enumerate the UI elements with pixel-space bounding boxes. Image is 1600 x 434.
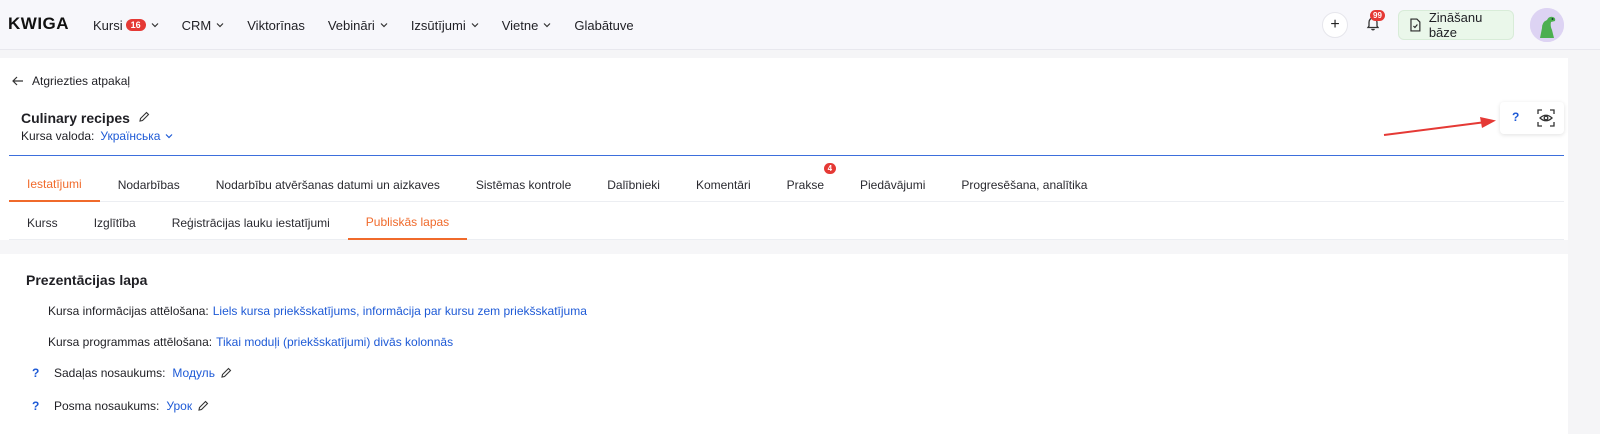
row-label: Kursa informācijas attēlošana:: [48, 304, 209, 318]
subtab-label: Izglītība: [93, 215, 136, 230]
main-nav: Kursi 16 CRM Viktorīnas Vebināri Izsūtīj…: [93, 0, 657, 50]
red-arrow-annotation: [1383, 117, 1496, 136]
kwiga-logo[interactable]: KWIGA: [8, 14, 69, 34]
subtab-label: Reģistrācijas lauku iestatījumi: [171, 215, 330, 230]
document-icon: [1410, 18, 1421, 32]
tab-piedavajumi[interactable]: Piedāvājumi: [842, 168, 943, 202]
tab-komentari[interactable]: Komentāri: [678, 168, 769, 202]
subtab-izglitiba[interactable]: Izglītība: [76, 205, 154, 240]
tab-label: Komentāri: [695, 178, 751, 192]
pencil-icon: [221, 367, 232, 378]
knowledge-base-label: Zināšanu bāze: [1428, 10, 1483, 40]
subtab-registracijas-lauku-iestatijumi[interactable]: Reģistrācijas lauku iestatījumi: [154, 205, 348, 240]
step-name-value[interactable]: Урок: [166, 399, 192, 413]
pencil-icon: [139, 111, 150, 122]
dinosaur-avatar-icon: [1530, 8, 1564, 42]
tab-label: Nodarbību atvēršanas datumi un aizkaves: [215, 178, 440, 192]
subtab-kurss[interactable]: Kurss: [9, 205, 76, 240]
course-title: Culinary recipes: [21, 110, 150, 126]
tab-label: Progresēšana, analītika: [961, 178, 1088, 192]
chevron-down-icon: [165, 132, 173, 140]
nav-item-label: Viktorīnas: [247, 17, 305, 33]
chevron-down-icon: [471, 21, 479, 29]
arrow-left-icon: [12, 76, 23, 86]
help-button[interactable]: ?: [1512, 110, 1519, 124]
course-info-display-link[interactable]: Liels kursa priekšskatījums, informācija…: [213, 304, 587, 318]
course-language-row: Kursa valoda: Українська: [21, 129, 173, 143]
course-info-display-row: Kursa informācijas attēlošana: Liels kur…: [48, 304, 587, 318]
chevron-down-icon: [151, 21, 159, 29]
section-title: Prezentācijas lapa: [26, 272, 148, 288]
tab-nodarbibu-atversanas-datumi[interactable]: Nodarbību atvēršanas datumi un aizkaves: [198, 168, 458, 202]
tab-progresesana-analitika[interactable]: Progresēšana, analītika: [943, 168, 1105, 202]
knowledge-base-button[interactable]: Zināšanu bāze: [1398, 10, 1514, 40]
course-language-label: Kursa valoda:: [21, 129, 95, 143]
nav-item-viktorinas[interactable]: Viktorīnas: [247, 18, 305, 33]
courses-count-badge: 16: [125, 19, 146, 31]
subtab-label: Kurss: [27, 215, 58, 230]
course-language-select[interactable]: Українська: [100, 129, 173, 143]
nav-item-label: Vebināri: [327, 17, 375, 33]
back-link[interactable]: Atgriezties atpakaļ: [12, 74, 130, 88]
subtab-label: Publiskās lapas: [365, 214, 450, 229]
settings-subtabs: Kurss Izglītība Reģistrācijas lauku iest…: [9, 205, 1564, 240]
back-label: Atgriezties atpakaļ: [32, 74, 131, 88]
tab-dalibnieki[interactable]: Dalībnieki: [589, 168, 678, 202]
nav-item-label: Vietne: [501, 17, 539, 33]
tab-label: Piedāvājumi: [860, 178, 926, 192]
edit-section-name-button[interactable]: [220, 367, 232, 379]
chevron-down-icon: [380, 21, 388, 29]
chevron-down-icon: [543, 21, 551, 29]
row-label: Sadaļas nosaukums:: [54, 366, 166, 380]
user-avatar[interactable]: [1530, 8, 1564, 42]
subtab-publiskas-lapas[interactable]: Publiskās lapas: [347, 205, 468, 240]
section-name-row: ? Sadaļas nosaukums: Модуль: [32, 366, 232, 380]
tab-prakse[interactable]: Prakse 4: [769, 163, 842, 202]
row-label: Posma nosaukums:: [54, 399, 160, 413]
notifications-count-badge: 99: [1370, 10, 1385, 21]
tab-sistemas-kontrole[interactable]: Sistēmas kontrole: [458, 168, 589, 202]
main-tabs: Iestatījumi Nodarbības Nodarbību atvērša…: [9, 163, 1564, 202]
add-button[interactable]: +: [1322, 12, 1348, 38]
nav-item-izsutijumi[interactable]: Izsūtījumi: [411, 18, 479, 33]
chevron-down-icon: [216, 21, 224, 29]
header-divider: [9, 155, 1564, 156]
preview-button[interactable]: [1536, 108, 1556, 131]
tab-nodarbibas[interactable]: Nodarbības: [100, 168, 198, 202]
tab-label: Dalībnieki: [607, 178, 660, 192]
course-program-display-link[interactable]: Tikai moduļi (priekšskatījumi) divās kol…: [216, 335, 453, 349]
section-separator: [0, 240, 1568, 254]
eye-scan-icon: [1537, 109, 1555, 127]
course-title-text: Culinary recipes: [21, 110, 130, 126]
nav-item-vebinari[interactable]: Vebināri: [328, 18, 388, 33]
page-tools: ?: [1500, 102, 1564, 134]
section-name-value[interactable]: Модуль: [172, 366, 215, 380]
nav-item-kursi[interactable]: Kursi 16: [93, 18, 159, 33]
edit-title-button[interactable]: [130, 110, 150, 126]
pencil-icon: [198, 400, 209, 411]
nav-item-label: CRM: [181, 17, 212, 33]
course-settings-card: Atgriezties atpakaļ Culinary recipes Kur…: [0, 58, 1568, 434]
tab-label: Iestatījumi: [27, 177, 82, 191]
nav-item-glabatuve[interactable]: Glabātuve: [574, 18, 633, 33]
tab-label: Prakse: [786, 178, 825, 192]
nav-item-label: Izsūtījumi: [410, 17, 466, 33]
tab-label: Sistēmas kontrole: [475, 178, 572, 192]
course-language-value: Українська: [100, 129, 161, 143]
nav-item-vietne[interactable]: Vietne: [502, 18, 552, 33]
tab-iestatijumi[interactable]: Iestatījumi: [9, 168, 100, 202]
edit-step-name-button[interactable]: [197, 400, 209, 412]
nav-item-label: Kursi: [93, 17, 123, 33]
practice-count-badge: 4: [823, 163, 837, 174]
nav-item-crm[interactable]: CRM: [182, 18, 225, 33]
help-icon[interactable]: ?: [32, 399, 44, 413]
row-label: Kursa programmas attēlošana:: [48, 335, 213, 349]
nav-item-label: Glabātuve: [574, 17, 634, 33]
step-name-row: ? Posma nosaukums: Урок: [32, 399, 209, 413]
course-program-display-row: Kursa programmas attēlošana: Tikai moduļ…: [48, 335, 453, 349]
tab-label: Nodarbības: [117, 178, 180, 192]
help-icon[interactable]: ?: [32, 366, 44, 380]
